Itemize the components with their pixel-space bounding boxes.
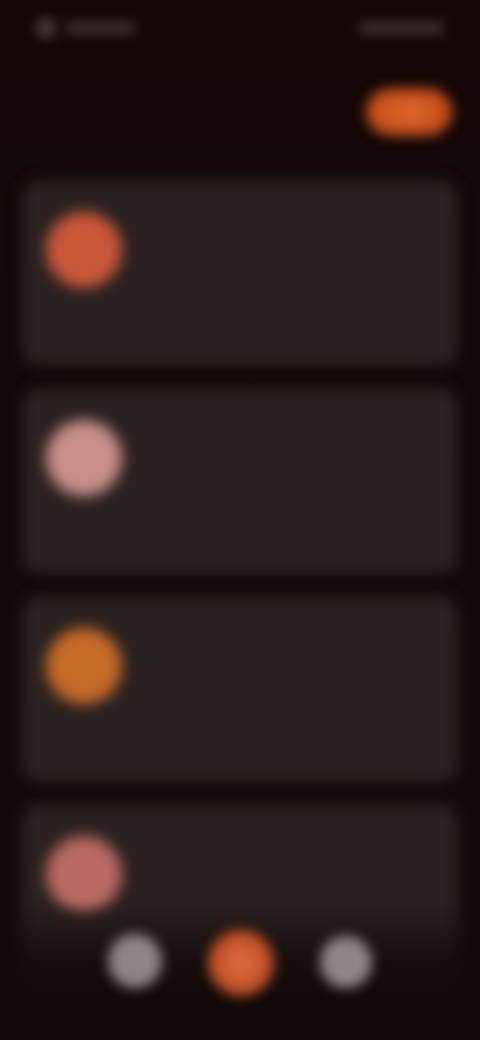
status-time xyxy=(66,22,136,34)
card[interactable] xyxy=(22,596,458,782)
status-bar xyxy=(36,14,444,42)
add-icon[interactable] xyxy=(208,930,274,996)
card-list xyxy=(22,180,458,1012)
profile-icon[interactable] xyxy=(320,936,372,988)
status-indicators xyxy=(358,22,444,34)
status-right xyxy=(358,22,444,34)
bottom-nav xyxy=(0,900,480,1040)
card-avatar xyxy=(46,628,122,704)
status-left xyxy=(36,18,136,38)
header xyxy=(28,82,452,142)
signal-icon xyxy=(36,18,56,38)
header-action-button[interactable] xyxy=(366,88,452,136)
app-screen xyxy=(0,0,480,1040)
card-avatar xyxy=(46,212,122,288)
home-icon[interactable] xyxy=(108,934,162,988)
card-avatar xyxy=(46,420,122,496)
card[interactable] xyxy=(22,388,458,574)
card[interactable] xyxy=(22,180,458,366)
